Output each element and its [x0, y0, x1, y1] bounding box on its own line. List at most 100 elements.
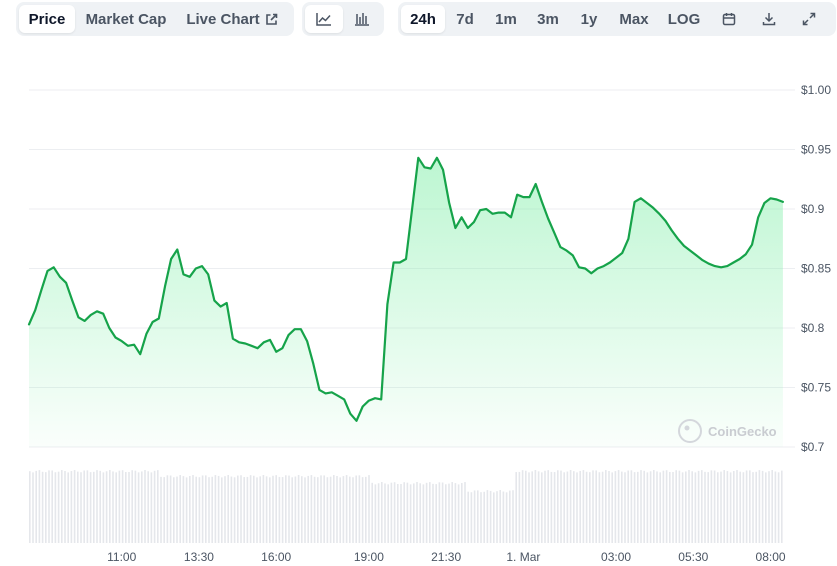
y-tick-label: $0.9 — [801, 202, 825, 216]
volume-bar — [656, 471, 658, 543]
volume-bar — [560, 470, 562, 543]
x-tick-label: 05:30 — [678, 550, 708, 564]
volume-bar — [153, 470, 156, 543]
volume-bar — [221, 477, 223, 543]
volume-bar — [131, 470, 133, 543]
volume-bar — [400, 483, 402, 543]
volume-bar — [86, 470, 89, 543]
volume-bar — [102, 472, 105, 543]
volume-bar — [358, 475, 361, 543]
volume-bar — [365, 476, 367, 543]
volume-bar — [329, 476, 332, 543]
volume-bar — [67, 472, 69, 543]
y-tick-label: $0.8 — [801, 321, 825, 335]
volume-bar — [393, 482, 396, 543]
volume-bar — [105, 471, 108, 543]
volume-bar — [249, 475, 252, 543]
volume-bar — [489, 490, 492, 543]
x-tick-label: 19:00 — [354, 550, 384, 564]
volume-bar — [537, 471, 540, 543]
volume-bar — [262, 475, 265, 543]
volume-bar — [496, 491, 498, 543]
volume-bar — [701, 470, 703, 543]
x-tick-label: 03:00 — [601, 550, 631, 564]
volume-bar — [710, 470, 713, 543]
volume-bar — [387, 484, 389, 543]
volume-bar — [550, 471, 553, 543]
volume-bar — [595, 470, 597, 543]
volume-bar — [345, 475, 348, 543]
volume-bar — [713, 470, 716, 543]
x-tick-label: 11:00 — [107, 550, 136, 564]
volume-bar — [310, 475, 313, 543]
volume-bar — [121, 470, 124, 543]
volume-bar — [377, 483, 380, 543]
volume-bar — [352, 477, 354, 543]
volume-bar — [125, 472, 127, 543]
y-tick-label: $0.95 — [801, 143, 831, 157]
volume-bar — [630, 470, 633, 543]
volume-bar — [438, 482, 441, 543]
volume-bar — [777, 472, 780, 543]
volume-bar — [349, 476, 351, 543]
volume-bar — [73, 470, 76, 543]
volume-bar — [109, 470, 111, 543]
volume-bar — [35, 470, 37, 543]
volume-bar — [720, 471, 722, 543]
volume-bar — [57, 471, 60, 543]
volume-bar — [278, 476, 281, 543]
volume-bar — [422, 484, 425, 543]
volume-bar — [566, 471, 569, 543]
volume-bar — [470, 492, 473, 543]
volume-bar — [758, 470, 761, 543]
volume-bar — [761, 470, 764, 543]
volume-bar — [83, 470, 85, 543]
volume-bar — [707, 472, 709, 543]
volume-bar — [323, 475, 325, 543]
volume-bar — [29, 471, 31, 543]
volume-bar — [157, 470, 159, 543]
volume-bar — [259, 476, 261, 543]
volume-bar — [403, 482, 405, 543]
volume-bar — [457, 484, 460, 543]
volume-bar — [144, 470, 146, 543]
volume-bar — [224, 476, 226, 543]
volume-bar — [406, 482, 409, 543]
volume-bar — [361, 477, 364, 543]
volume-bar — [515, 472, 517, 543]
x-axis-labels: 11:00 13:30 16:00 19:00 21:30 1. Mar 03:00 05:3… — [107, 550, 786, 564]
volume-bar — [227, 475, 229, 543]
volume-bar — [749, 470, 751, 543]
volume-bar — [173, 477, 175, 543]
volume-bar — [534, 470, 537, 543]
volume-bar — [176, 476, 178, 543]
volume-bar — [771, 470, 773, 543]
volume-bar — [521, 470, 524, 543]
volume-bar — [585, 471, 588, 543]
volume-bar — [70, 471, 73, 543]
volume-bar — [333, 475, 335, 543]
volume-bar — [246, 476, 249, 543]
price-chart[interactable]: CoinGecko $1.00 $0.95 $0.9 $0.85 $0.8 $0.75 $0… — [0, 0, 837, 566]
volume-bar — [166, 475, 169, 543]
volume-bar — [531, 471, 533, 543]
volume-bar — [368, 475, 370, 543]
volume-bar — [326, 477, 329, 543]
volume-bar — [381, 482, 383, 543]
volume-bar — [291, 477, 293, 543]
volume-bar — [646, 472, 649, 543]
volume-bar — [115, 472, 117, 543]
volume-bar — [397, 483, 399, 543]
volume-bar — [64, 471, 66, 543]
volume-bar — [195, 476, 197, 543]
volume-bar — [605, 470, 607, 543]
volume-bar — [464, 482, 466, 543]
volume-bar — [182, 476, 185, 543]
volume-bar — [742, 472, 745, 543]
volume-bar — [320, 475, 322, 543]
volume-bar — [41, 471, 44, 543]
volume-bar — [678, 470, 681, 543]
volume-bar — [640, 470, 642, 543]
volume-bar — [509, 490, 511, 543]
volume-bar — [649, 471, 652, 543]
